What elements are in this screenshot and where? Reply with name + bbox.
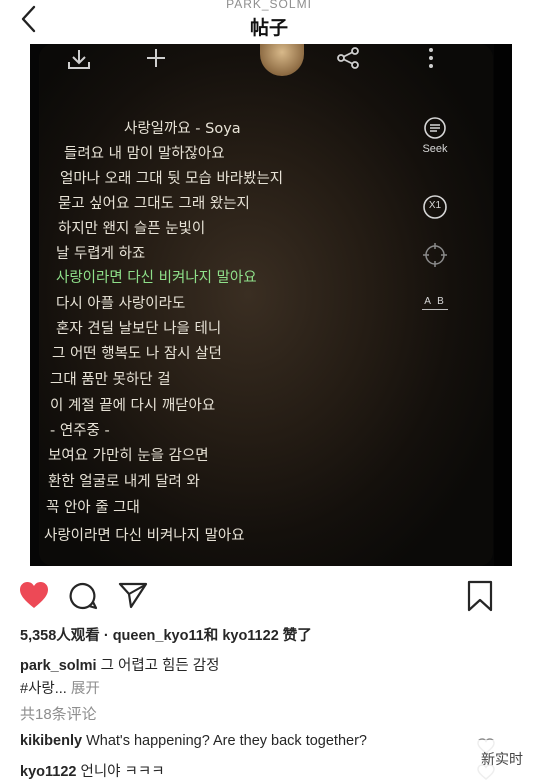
views-and-likes: 5,358人观看 · queen_kyo11和 kyo1122 赞了 xyxy=(20,624,312,645)
share-send-icon[interactable] xyxy=(118,581,148,609)
separator-dot: · xyxy=(103,628,109,644)
speed-label: X1 xyxy=(428,200,442,211)
caption-text: 그 어렵고 힘든 감정 xyxy=(100,658,220,674)
seek-icon xyxy=(424,117,446,139)
comment-username[interactable]: kyo1122 xyxy=(20,764,76,780)
lyric-line: 하지만 왠지 슬픈 눈빛이 xyxy=(58,221,206,237)
seek-tool: Seek xyxy=(418,116,452,155)
lyric-line: 환한 얼굴로 내게 달려 와 xyxy=(48,474,200,490)
watermark: 新实时 xyxy=(470,740,534,780)
page-title: 帖子 xyxy=(249,17,288,39)
lyric-line: - 연주중 - xyxy=(50,423,110,439)
lyric-line: 다시 아플 사랑이라도 xyxy=(56,296,186,312)
comment-text: What's happening? Are they back together… xyxy=(86,733,367,749)
lyric-line: 그 어떤 행복도 나 잠시 살던 xyxy=(52,346,222,362)
comment-icon[interactable] xyxy=(68,581,98,611)
views-count: 5,358人观看 xyxy=(20,628,100,644)
download-icon xyxy=(68,50,90,69)
comment-username[interactable]: kikibenly xyxy=(20,733,82,749)
liked-suffix: 赞了 xyxy=(282,628,312,644)
post-photo[interactable]: 사랑일까요 - Soya 들려요 내 맘이 말하잖아요 얼마나 오래 그대 뒷 … xyxy=(30,44,512,566)
add-icon xyxy=(147,49,165,67)
speed-tool: X1 xyxy=(422,194,448,220)
lyric-line: 보여요 가만히 눈을 감으면 xyxy=(48,448,209,464)
lyric-line: 그대 품만 못하단 걸 xyxy=(50,372,171,388)
share-nodes-icon xyxy=(337,47,359,69)
comment-item: kikibenly What's happening? Are they bac… xyxy=(20,733,367,749)
crosshair-icon xyxy=(423,243,447,267)
comment-text: 언니야 ㅋㅋㅋ xyxy=(80,764,165,780)
bookmark-icon[interactable] xyxy=(467,580,493,612)
lyric-line: 날 두렵게 하죠 xyxy=(56,246,146,262)
lyric-line-highlighted: 사랑이라면 다신 비켜나지 말아요 xyxy=(56,270,257,286)
lyric-line: 이 계절 끝에 다시 깨닫아요 xyxy=(50,398,216,414)
comment-item: kyo1122 언니야 ㅋㅋㅋ xyxy=(20,760,165,781)
lyric-line: 들려요 내 맘이 말하잖아요 xyxy=(64,146,225,162)
lyric-line: 사랑이라면 다신 비켜나지 말아요 xyxy=(44,528,245,544)
heart-filled-icon[interactable] xyxy=(18,580,50,610)
ab-underline xyxy=(422,309,448,310)
lyric-line: 꼭 안아 줄 그대 xyxy=(46,500,140,516)
hashtag-text[interactable]: #사랑... xyxy=(20,681,67,697)
caption-hashtag-line: #사랑... 展开 xyxy=(20,677,100,698)
lyric-line: 묻고 싶어요 그대도 그래 왔는지 xyxy=(58,196,250,212)
more-vertical-icon xyxy=(429,48,433,68)
phone-edge xyxy=(494,44,512,566)
post-owner-username: PARK_SOLMI xyxy=(226,0,312,11)
ab-label: A B xyxy=(424,296,446,307)
expand-more-link[interactable]: 展开 xyxy=(71,681,100,697)
lyric-line: 사랑일까요 - Soya xyxy=(124,121,241,137)
view-all-comments-link[interactable]: 共18条评论 xyxy=(20,703,97,724)
lyric-line: 얼마나 오래 그대 뒷 모습 바라봤는지 xyxy=(60,171,284,187)
top-header: PARK_SOLMI 帖子 xyxy=(0,0,538,44)
seek-label: Seek xyxy=(422,143,448,155)
caption-username[interactable]: park_solmi xyxy=(20,658,97,674)
liked-by-user-1[interactable]: queen_kyo11 xyxy=(113,628,204,644)
ab-repeat-tool: A B xyxy=(418,296,452,310)
liked-by-user-2[interactable]: kyo1122 xyxy=(222,628,278,644)
liked-and-text: 和 xyxy=(203,628,219,644)
post-action-bar xyxy=(0,574,538,618)
lyric-line: 혼자 견딜 날보단 나을 테니 xyxy=(56,321,222,337)
caption: park_solmi 그 어렵고 힘든 감정 xyxy=(20,654,219,675)
